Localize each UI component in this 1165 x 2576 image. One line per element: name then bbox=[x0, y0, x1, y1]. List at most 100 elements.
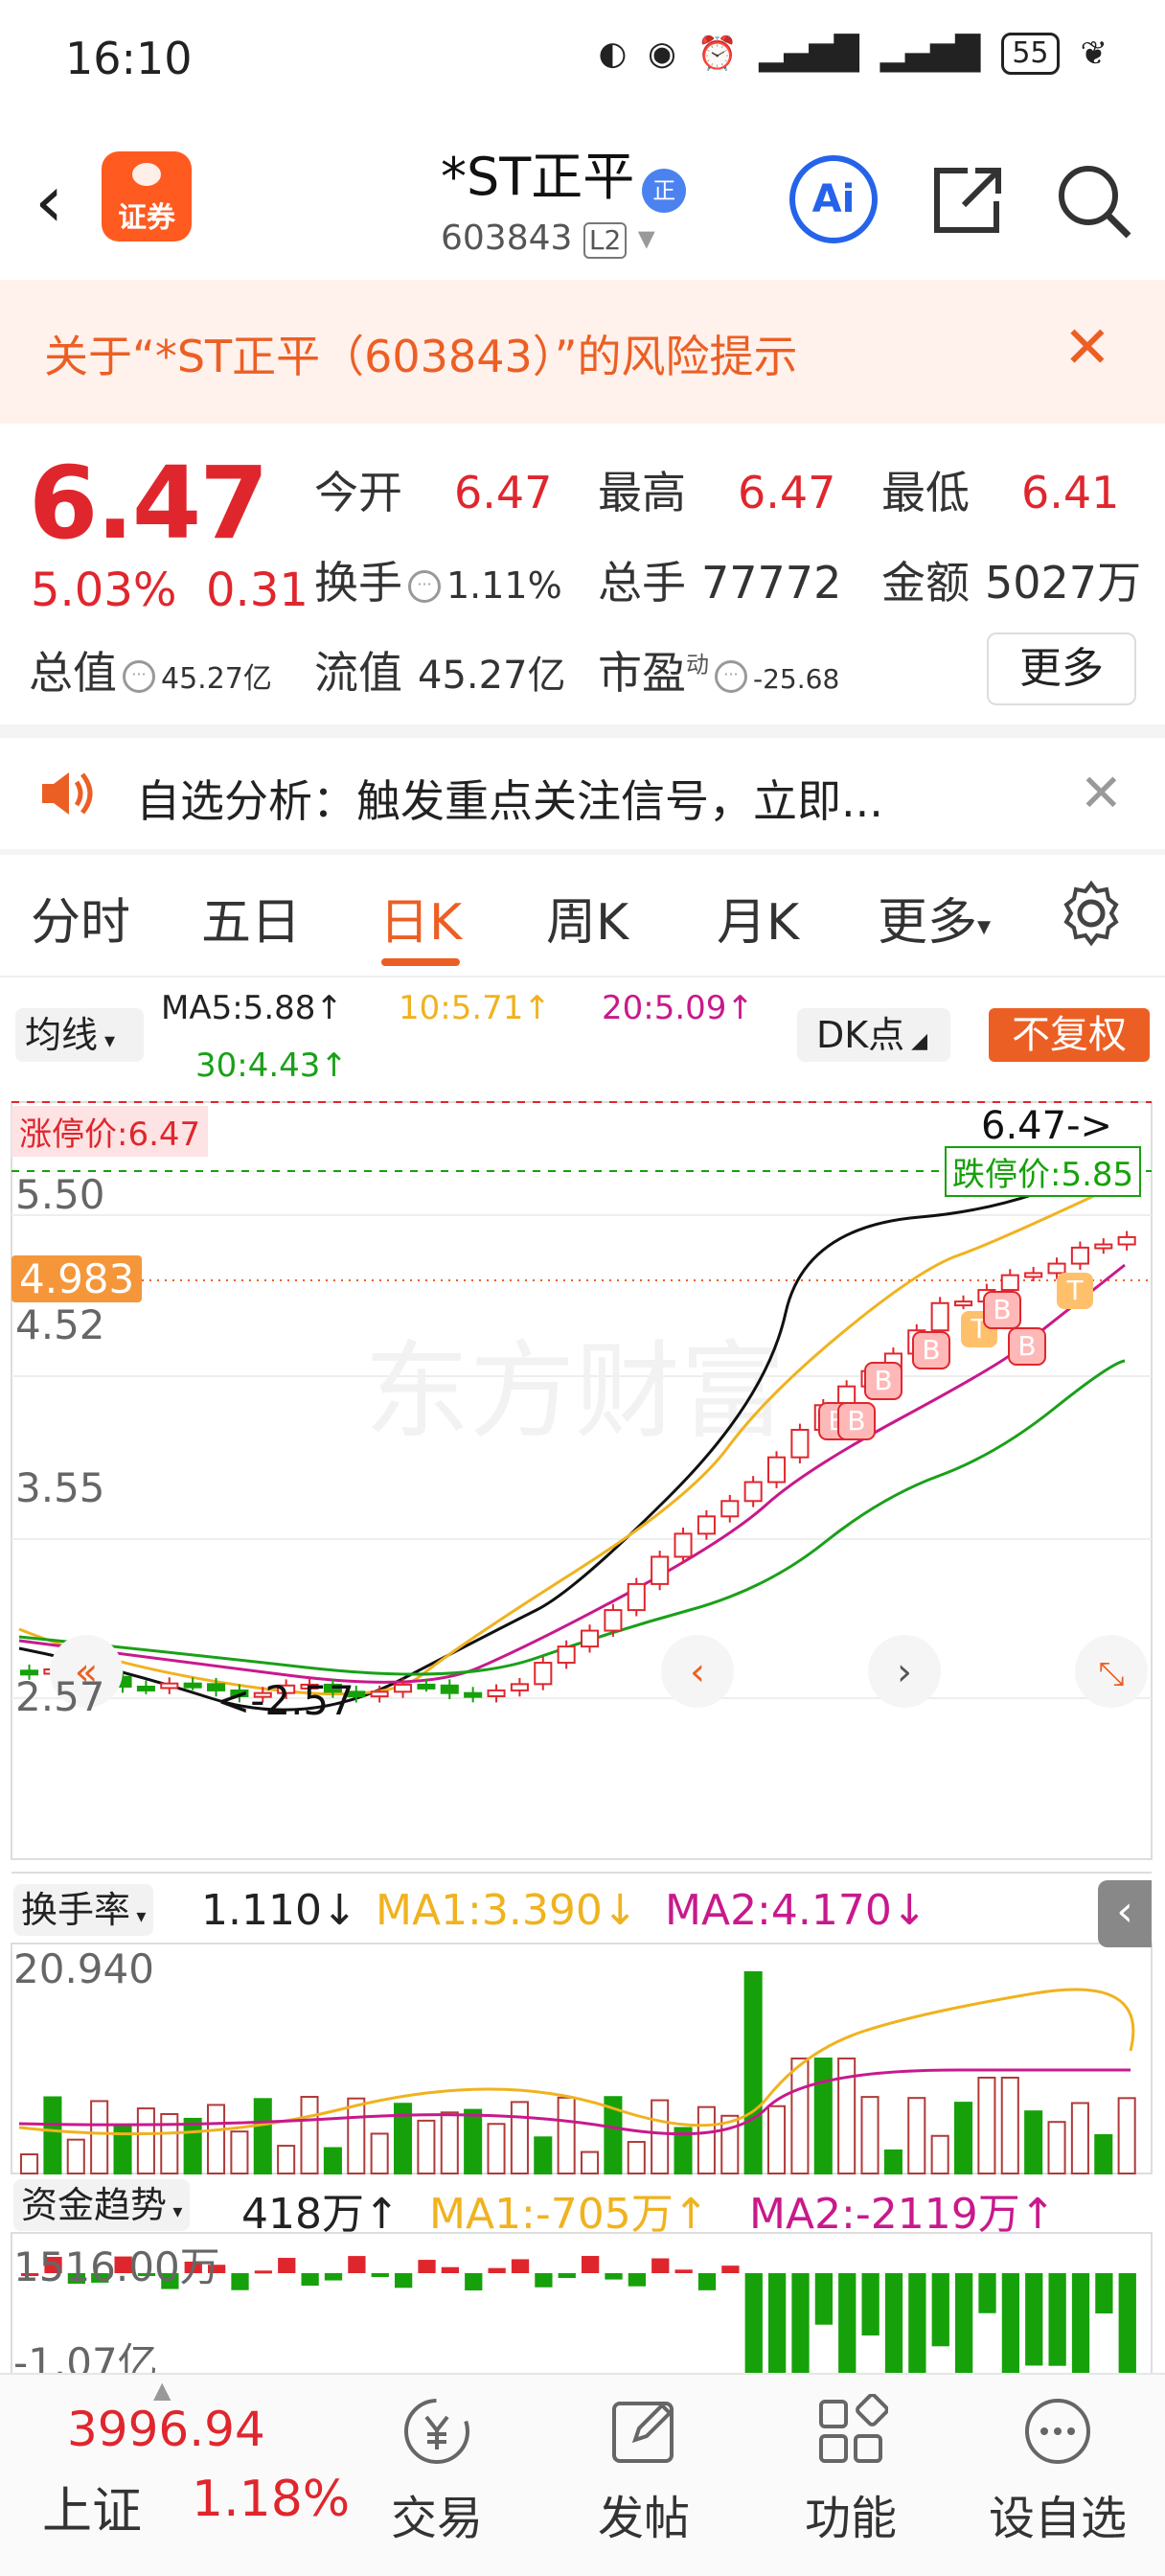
analysis-bar[interactable]: 自选分析：触发重点关注信号，立即... ✕ bbox=[0, 738, 1165, 849]
limit-down-label: 跌停价:5.85 bbox=[945, 1146, 1142, 1197]
gear-icon[interactable] bbox=[1058, 880, 1125, 947]
fund-bar bbox=[1071, 2273, 1090, 2401]
fund-ma2-value: MA2:-2119万↑ bbox=[749, 2190, 1056, 2239]
fund-bar bbox=[1095, 2273, 1113, 2314]
eye-icon: ◉ bbox=[648, 34, 676, 73]
stock-title[interactable]: *ST正平正 603843 L2 ▾ bbox=[441, 134, 747, 259]
quote-panel: 6.47 5.03% 0.31 今开 6.47 最高 6.47 最低 6.41 换手 ·… bbox=[0, 429, 1165, 717]
candle-body bbox=[136, 1685, 155, 1691]
tab-fenshi[interactable]: 分时 bbox=[31, 882, 130, 954]
y-label-5.50: 5.50 bbox=[15, 1171, 105, 1218]
turnover-bar bbox=[43, 2096, 62, 2175]
svg-text:B: B bbox=[847, 1405, 865, 1437]
high-mark: 6.47-> bbox=[981, 1104, 1113, 1148]
last-price: 6.47 bbox=[29, 445, 269, 562]
price-change: 5.03% 0.31 bbox=[31, 564, 308, 617]
turnover-bar bbox=[90, 2100, 109, 2175]
close-icon[interactable]: ✕ bbox=[1063, 314, 1111, 381]
ma-type-select[interactable]: 均线 ▾ bbox=[15, 1008, 144, 1062]
close-icon[interactable]: ✕ bbox=[1080, 763, 1123, 823]
turnover-bar bbox=[697, 2105, 716, 2175]
candle-body bbox=[370, 1690, 389, 1698]
turnover-bar bbox=[1117, 2097, 1136, 2174]
ai-button[interactable]: Ai bbox=[789, 155, 878, 243]
collapse-tab[interactable]: ‹ bbox=[1098, 1880, 1152, 1947]
stock-name: *ST正平 bbox=[441, 147, 635, 207]
ma20-value: 20:5.09↑ bbox=[602, 989, 754, 1027]
nav-post[interactable]: 发帖 bbox=[548, 2394, 740, 2547]
svg-text:›: › bbox=[897, 1650, 912, 1694]
svg-text:B: B bbox=[993, 1294, 1011, 1325]
tab-5day[interactable]: 五日 bbox=[201, 882, 301, 954]
leaf-icon: ❦ bbox=[1080, 34, 1108, 73]
tab-weekly-k[interactable]: 周K bbox=[546, 882, 628, 954]
status-bar: 16:10 ◐ ◉ ⏰ ▂▄▆█ ▂▄▆█ 55 ❦ bbox=[0, 0, 1165, 115]
fund-bar bbox=[1025, 2273, 1043, 2366]
fund-select[interactable]: 资金趋势 ▾ bbox=[13, 2179, 191, 2231]
back-button[interactable]: ‹ bbox=[34, 163, 82, 240]
risk-banner[interactable]: 关于“*ST正平（603843）”的风险提示 ✕ bbox=[0, 280, 1165, 424]
info-icon[interactable]: ··· bbox=[408, 569, 441, 603]
dk-point-select[interactable]: DK点 ◢ bbox=[797, 1008, 950, 1062]
fund-bar bbox=[395, 2273, 413, 2288]
turnover-bar bbox=[977, 2077, 996, 2174]
nav-trade-label: 交易 bbox=[390, 2492, 483, 2545]
clock: 16:10 bbox=[65, 33, 193, 84]
turnover-bar bbox=[300, 2096, 319, 2175]
turnover-bar bbox=[417, 2119, 436, 2175]
more-button[interactable]: 更多 bbox=[987, 632, 1136, 705]
no-adjust-button[interactable]: 不复权 bbox=[989, 1008, 1150, 1062]
info-icon[interactable]: ··· bbox=[715, 659, 747, 693]
candle-body bbox=[930, 1301, 949, 1332]
nav-features[interactable]: 功能 bbox=[755, 2393, 947, 2547]
fund-bar bbox=[697, 2273, 717, 2290]
candle-body bbox=[160, 1682, 179, 1690]
svg-text:⤡: ⤡ bbox=[1098, 1655, 1124, 1693]
search-icon[interactable] bbox=[1052, 159, 1134, 242]
edit-icon bbox=[612, 2402, 674, 2463]
share-icon[interactable] bbox=[925, 159, 1008, 242]
fund-bar bbox=[441, 2266, 460, 2273]
y-label-3.55: 3.55 bbox=[15, 1464, 105, 1511]
nav-add-watchlist[interactable]: 设自选 bbox=[962, 2394, 1154, 2547]
turnover-bar bbox=[534, 2136, 553, 2174]
turnover-select[interactable]: 换手率 ▾ bbox=[13, 1884, 154, 1936]
high-stat: 最高 6.47 bbox=[598, 467, 836, 518]
turnover-bar bbox=[323, 2147, 342, 2175]
kline-chart[interactable]: 东方财富 B B B B T B B T ‹ › ⤡ « bbox=[0, 1092, 1165, 2461]
candle-body bbox=[743, 1481, 763, 1503]
fund-bar bbox=[488, 2267, 506, 2273]
fund-bar bbox=[978, 2273, 996, 2313]
turnover-bar bbox=[627, 2141, 646, 2175]
fund-bar bbox=[838, 2273, 857, 2407]
fund-bar bbox=[231, 2273, 249, 2290]
index-value: 3996.94 bbox=[67, 2402, 265, 2457]
apps-icon bbox=[819, 2393, 889, 2463]
securities-logo[interactable]: 证券 bbox=[102, 151, 192, 242]
fund-bar bbox=[814, 2273, 834, 2325]
fund-ma1-value: MA1:-705万↑ bbox=[429, 2190, 709, 2239]
watermark: 东方财富 bbox=[364, 1333, 786, 1451]
bottom-nav: ▲ 3996.94 上证 1.18% 交易 发帖 功能 设自选 bbox=[0, 2373, 1165, 2576]
more-icon bbox=[1025, 2399, 1090, 2464]
fund-bar bbox=[582, 2256, 600, 2273]
turnover-ma2-value: MA2:4.170↓ bbox=[665, 1886, 927, 1935]
candlesticks bbox=[20, 1230, 1136, 1703]
fund-bar bbox=[278, 2258, 296, 2273]
candle-body bbox=[1047, 1262, 1066, 1275]
info-icon[interactable]: ··· bbox=[123, 659, 155, 693]
signal-icon-2: ▂▄▆█ bbox=[879, 34, 981, 73]
l2-badge: L2 bbox=[582, 221, 628, 259]
tab-more[interactable]: 更多▾ bbox=[878, 882, 991, 954]
fund-bar bbox=[254, 2270, 273, 2274]
fund-bar bbox=[371, 2273, 389, 2278]
tab-monthly-k[interactable]: 月K bbox=[717, 882, 799, 954]
candle-body bbox=[790, 1428, 810, 1459]
candle-body bbox=[674, 1532, 693, 1558]
fund-bar bbox=[1118, 2273, 1136, 2406]
candle-body bbox=[720, 1500, 740, 1518]
status-icons: ◐ ◉ ⏰ ▂▄▆█ ▂▄▆█ 55 ❦ bbox=[598, 33, 1108, 75]
nav-trade[interactable]: 交易 bbox=[341, 2394, 533, 2547]
speaker-icon bbox=[42, 772, 93, 815]
tab-daily-k[interactable]: 日K bbox=[379, 882, 462, 954]
